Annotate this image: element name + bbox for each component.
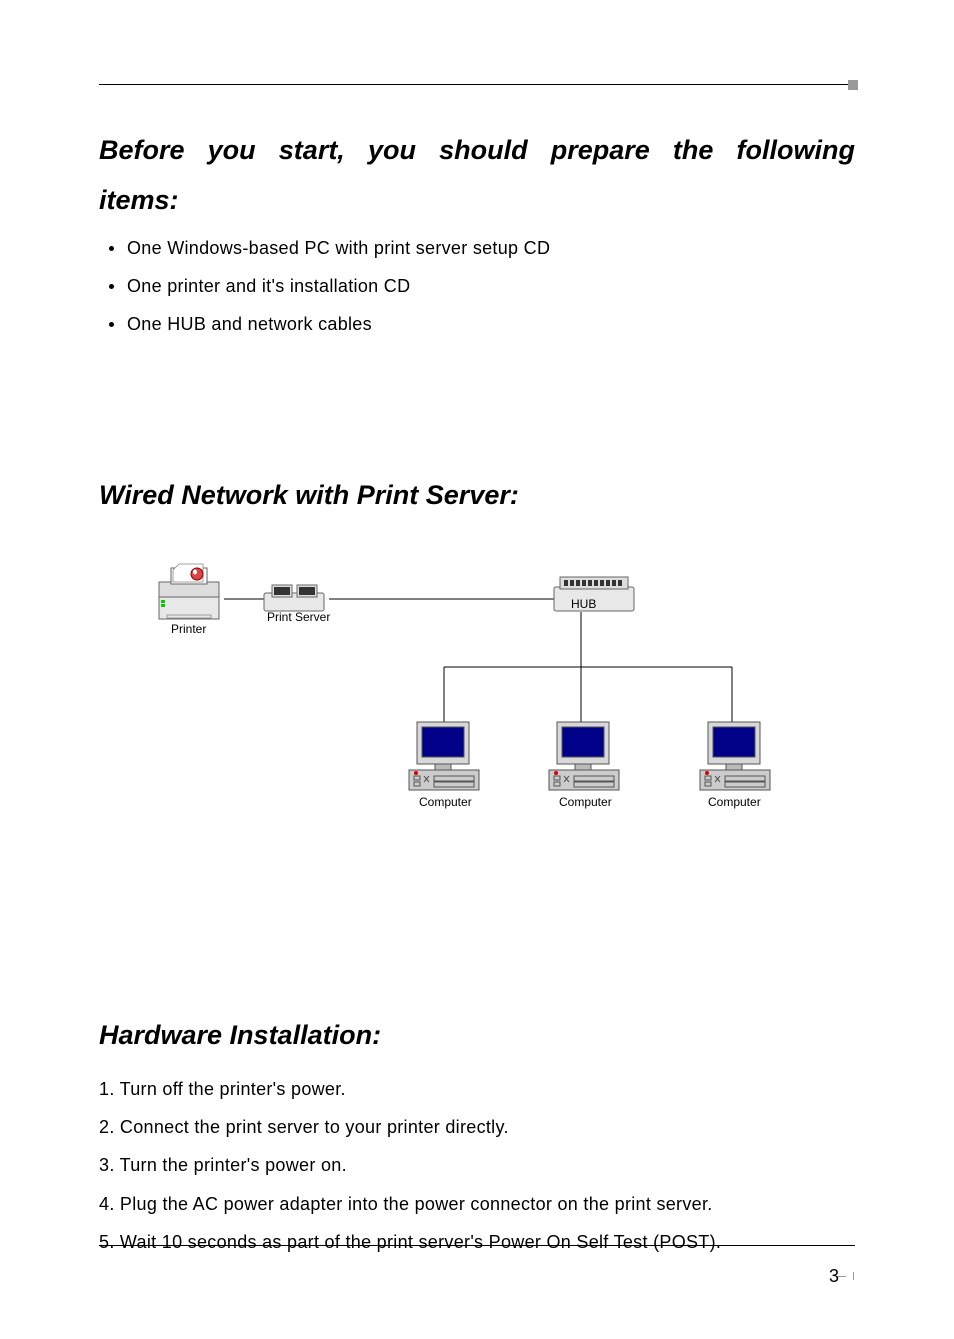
install-steps: Turn off the printer's power. Connect th… [99, 1077, 855, 1255]
install-step: Connect the print server to your printer… [99, 1115, 855, 1140]
header-marker [848, 80, 858, 90]
install-step: Turn off the printer's power. [99, 1077, 855, 1102]
label-printer: Printer [171, 622, 206, 636]
footer-rule [99, 1245, 855, 1246]
label-computer: Computer [559, 795, 612, 809]
heading-wired: Wired Network with Print Server: [99, 477, 855, 515]
label-printserver: Print Server [267, 610, 330, 624]
heading-hardware: Hardware Installation: [99, 1017, 855, 1055]
header-rule [99, 84, 855, 85]
heading-line1: Before you start, you should prepare the… [99, 135, 855, 165]
install-step: Plug the AC power adapter into the power… [99, 1192, 855, 1217]
heading-prepare: Before you start, you should prepare the… [99, 126, 855, 226]
prep-item: One printer and it's installation CD [99, 274, 855, 299]
prep-list: One Windows-based PC with print server s… [99, 236, 855, 338]
install-step: Wait 10 seconds as part of the print ser… [99, 1230, 855, 1255]
prep-item: One HUB and network cables [99, 312, 855, 337]
page-content: Before you start, you should prepare the… [99, 126, 855, 1268]
network-diagram: Printer Print Server HUB Computer Comput… [99, 537, 855, 847]
label-hub: HUB [571, 597, 596, 611]
footer-marker [838, 1276, 846, 1277]
install-step: Turn the printer's power on. [99, 1153, 855, 1178]
prep-item: One Windows-based PC with print server s… [99, 236, 855, 261]
heading-line2: items: [99, 176, 179, 226]
label-computer: Computer [708, 795, 761, 809]
label-computer: Computer [419, 795, 472, 809]
footer-marker [853, 1272, 854, 1280]
